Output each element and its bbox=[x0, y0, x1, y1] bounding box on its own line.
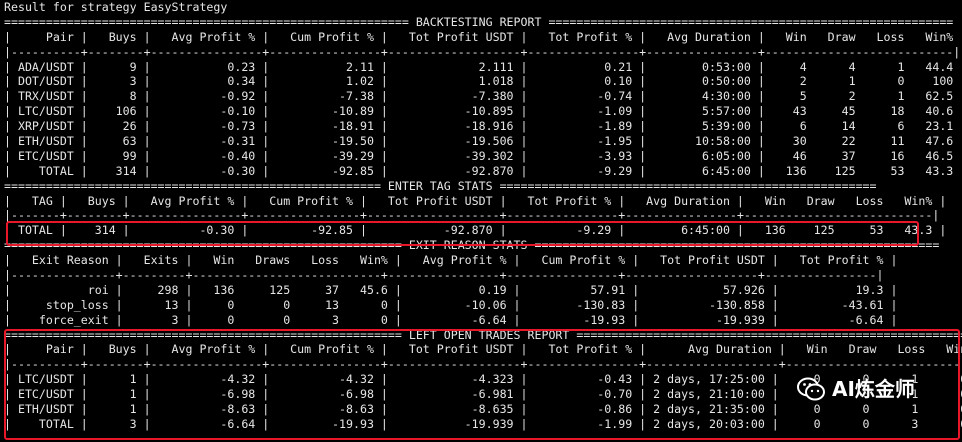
terminal-line: | LTC/USDT | 106 | -0.10 | -10.89 | -10.… bbox=[4, 104, 962, 119]
terminal-line: |----------+--------+----------------+--… bbox=[4, 44, 961, 59]
terminal-line: Result for strategy EasyStrategy bbox=[4, 0, 228, 14]
wechat-icon bbox=[797, 377, 825, 401]
terminal-line: | stop_loss | 13 | 0 0 13 0 | -10.06 | -… bbox=[4, 297, 898, 312]
terminal-line: | ADA/USDT | 9 | 0.23 | 2.11 | 2.111 | 0… bbox=[4, 59, 962, 74]
terminal-line: | roi | 298 | 136 125 37 45.6 | 0.19 | 5… bbox=[4, 282, 898, 297]
terminal-line: ========================================… bbox=[4, 178, 877, 193]
terminal-line: |---------------+---------+-------------… bbox=[4, 268, 884, 283]
terminal-line: | ETH/USDT | 63 | -0.31 | -19.50 | -19.5… bbox=[4, 134, 962, 149]
terminal-line: | Exit Reason | Exits | Win Draws Loss W… bbox=[4, 253, 898, 268]
terminal-line: | TRX/USDT | 8 | -0.92 | -7.38 | -7.380 … bbox=[4, 89, 962, 104]
terminal-line: | ETC/USDT | 99 | -0.40 | -39.29 | -39.3… bbox=[4, 148, 962, 163]
terminal-line: | TAG | Buys | Avg Profit % | Cum Profit… bbox=[4, 193, 947, 208]
terminal-line: | Pair | Buys | Avg Profit % | Cum Profi… bbox=[4, 29, 962, 44]
terminal-line: | TOTAL | 314 | -0.30 | -92.85 | -92.870… bbox=[4, 163, 962, 178]
terminal-line: ========================================… bbox=[4, 14, 954, 29]
terminal-window: Result for strategy EasyStrategy ========… bbox=[0, 0, 962, 442]
terminal-line: | XRP/USDT | 26 | -0.73 | -18.91 | -18.9… bbox=[4, 119, 962, 134]
terminal-line: | DOT/USDT | 3 | 0.34 | 1.02 | 1.018 | 0… bbox=[4, 74, 962, 89]
terminal-line: | force_exit | 3 | 0 0 3 0 | -6.64 | -19… bbox=[4, 312, 898, 327]
watermark-text: AI炼金师 bbox=[832, 376, 915, 401]
enter-tag-total-highlight bbox=[6, 221, 919, 246]
watermark: AI炼金师 bbox=[796, 376, 915, 402]
